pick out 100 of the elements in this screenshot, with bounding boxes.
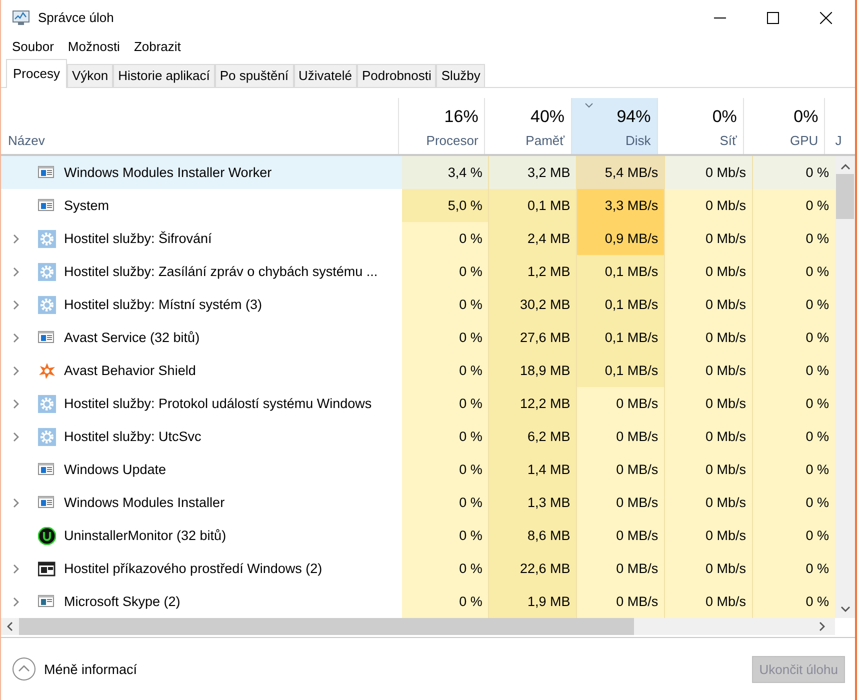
table-cell: 5,4 MB/s <box>577 156 666 189</box>
vertical-scrollbar[interactable] <box>835 156 855 618</box>
table-cell: 0 % <box>753 354 835 387</box>
table-cell: 3,4 % <box>402 156 490 189</box>
table-cell: 0 % <box>753 222 835 255</box>
process-row[interactable]: Hostitel služby: Místní systém (3) <box>1 288 402 321</box>
menu-item[interactable]: Možnosti <box>60 38 127 54</box>
table-cell: 0 % <box>402 453 490 486</box>
expand-chevron-icon[interactable] <box>13 366 19 376</box>
sort-caret-icon <box>584 103 593 108</box>
process-row[interactable]: System <box>1 189 402 222</box>
expand-chevron-icon[interactable] <box>13 498 19 508</box>
table-cell: 0 Mb/s <box>665 255 754 288</box>
column-percent: 0% <box>712 107 737 127</box>
table-cell: 3,3 MB/s <box>577 189 666 222</box>
column-header[interactable]: 0% Síť <box>658 98 744 154</box>
table-cell: 0 % <box>753 552 835 585</box>
process-row[interactable]: Avast Behavior Shield <box>1 354 402 387</box>
column-label: Disk <box>625 133 651 148</box>
scroll-down-icon[interactable] <box>840 606 850 612</box>
table-cell: 0 Mb/s <box>665 420 754 453</box>
table-cell: 0 % <box>753 156 835 189</box>
scroll-right-icon[interactable] <box>819 622 825 631</box>
table-cell: 0 % <box>402 222 490 255</box>
column-header[interactable]: 16% Procesor <box>399 98 486 154</box>
process-row[interactable]: Microsoft Skype (2) <box>1 585 402 618</box>
menu-item[interactable]: Zobrazit <box>126 38 188 54</box>
table-cell: 0 % <box>753 453 835 486</box>
fewer-details-button[interactable]: Méně informací <box>12 657 138 681</box>
table-cell: 0 MB/s <box>577 453 666 486</box>
tab[interactable]: Po spuštění <box>214 64 294 87</box>
table-cell: 0 MB/s <box>577 585 666 618</box>
process-name: UninstallerMonitor (32 bitů) <box>64 528 226 543</box>
column-percent: 94% <box>616 107 651 127</box>
expand-chevron-icon[interactable] <box>13 596 19 606</box>
process-row[interactable]: Hostitel služby: Šifrování <box>1 222 402 255</box>
column-header[interactable]: 94% Disk <box>572 98 658 154</box>
horizontal-scrollbar[interactable] <box>1 618 835 635</box>
tab[interactable]: Uživatelé <box>294 64 357 87</box>
table-cell: 8,6 MB <box>489 519 578 552</box>
scroll-thumb[interactable] <box>836 174 854 219</box>
table-cell: 0 % <box>402 486 490 519</box>
table-cell: 0 % <box>402 552 490 585</box>
maximize-icon <box>766 12 778 24</box>
process-row[interactable]: Hostitel příkazového prostředí Windows (2) <box>1 552 402 585</box>
table-cell: 0 Mb/s <box>665 189 754 222</box>
table-cell: 2,4 MB <box>489 222 578 255</box>
process-name: Hostitel služby: Protokol událostí systému Windows <box>64 396 372 411</box>
table-cell: 0,1 MB <box>489 189 578 222</box>
table-cell: 0 % <box>753 486 835 519</box>
process-name: System <box>64 198 110 213</box>
tab[interactable]: Procesy <box>6 59 67 88</box>
scroll-up-icon[interactable] <box>840 164 850 170</box>
process-name: Hostitel služby: Zasílání zpráv o chybách systému ... <box>64 264 378 279</box>
expand-chevron-icon[interactable] <box>13 234 19 244</box>
scroll-thumb[interactable] <box>19 618 634 635</box>
table-cell: 0 Mb/s <box>665 321 754 354</box>
process-row[interactable]: Windows Modules Installer <box>1 486 402 519</box>
process-name: Microsoft Skype (2) <box>64 594 180 609</box>
column-label: Síť <box>720 133 737 148</box>
gear-icon <box>38 262 56 280</box>
column-percent: 16% <box>444 107 478 127</box>
expand-chevron-icon[interactable] <box>13 266 19 276</box>
process-row[interactable]: Windows Update <box>1 453 402 486</box>
table-cell: 0 % <box>753 519 835 552</box>
process-row[interactable]: Hostitel služby: UtcSvc <box>1 420 402 453</box>
expand-chevron-icon[interactable] <box>13 398 19 408</box>
scroll-left-icon[interactable] <box>7 622 13 631</box>
menu-item[interactable]: Soubor <box>5 38 61 54</box>
expand-chevron-icon[interactable] <box>13 564 19 574</box>
tab[interactable]: Podrobnosti <box>357 64 436 87</box>
table-cell: 0 MB/s <box>577 420 666 453</box>
column-header[interactable]: Název <box>1 98 400 154</box>
process-row[interactable]: UninstallerMonitor (32 bitů) <box>1 519 402 552</box>
process-row[interactable]: Hostitel služby: Zasílání zpráv o chybách systému ... <box>1 255 402 288</box>
column-percent: 0% <box>794 107 818 127</box>
tab[interactable]: Služby <box>436 64 486 87</box>
table-cell: 0 Mb/s <box>665 354 754 387</box>
process-name: Windows Modules Installer <box>64 495 225 510</box>
expand-chevron-icon[interactable] <box>13 300 19 310</box>
expand-chevron-icon[interactable] <box>13 332 19 342</box>
table-cell: 0 % <box>753 420 835 453</box>
process-row[interactable]: Hostitel služby: Protokol událostí systému Windows <box>1 387 402 420</box>
table-cell: 6,2 MB <box>489 420 578 453</box>
column-header[interactable]: 0% GPU <box>744 98 826 154</box>
table-cell: 1,9 MB <box>489 585 578 618</box>
table-cell: 0,9 MB/s <box>577 222 666 255</box>
gear-icon <box>38 296 56 314</box>
process-row[interactable]: Windows Modules Installer Worker <box>1 156 402 189</box>
table-cell: 0 % <box>402 387 490 420</box>
table-cell: 0,1 MB/s <box>577 255 666 288</box>
process-row[interactable]: Avast Service (32 bitů) <box>1 321 402 354</box>
tab[interactable]: Historie aplikací <box>113 64 215 87</box>
table-cell: 0 Mb/s <box>665 387 754 420</box>
tab[interactable]: Výkon <box>66 64 114 87</box>
table-cell: 0 % <box>753 321 835 354</box>
table-cell: 0 MB/s <box>577 552 666 585</box>
column-header[interactable]: J <box>835 133 842 148</box>
expand-chevron-icon[interactable] <box>13 432 19 442</box>
gear-icon <box>38 230 56 248</box>
